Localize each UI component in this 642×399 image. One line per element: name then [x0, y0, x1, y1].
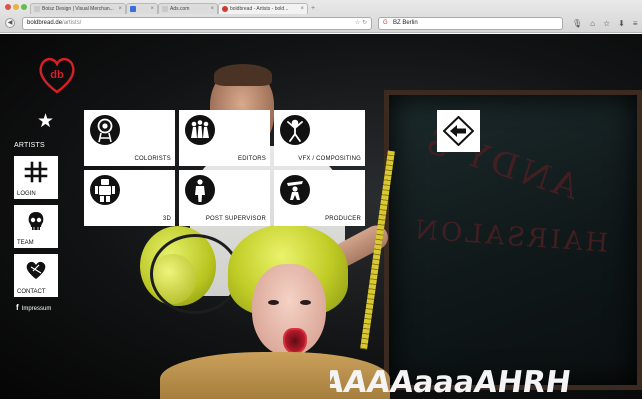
favicon-icon — [222, 6, 228, 12]
reload-icon[interactable]: ↻ — [362, 20, 367, 26]
background-cape — [160, 352, 390, 399]
category-label: EDITORS — [238, 156, 266, 162]
minimize-window-button[interactable] — [13, 4, 19, 10]
category-vfx-compositing[interactable]: VFX / COMPOSITING — [274, 110, 365, 166]
sidebar-item-label: CONTACT — [17, 289, 46, 295]
editors-icon — [185, 115, 215, 145]
robot-icon — [90, 175, 120, 205]
background-mouth — [283, 328, 307, 354]
url-path: /artists/ — [62, 20, 82, 26]
browser-tab-active[interactable]: boldbread - Artists - bold... × — [218, 3, 308, 14]
favicon-icon — [162, 6, 168, 12]
category-label: VFX / COMPOSITING — [298, 156, 361, 162]
back-button[interactable]: ◀ — [5, 18, 15, 28]
browser-tab[interactable]: × — [126, 3, 158, 14]
colorist-icon — [90, 115, 120, 145]
boldbread-logo[interactable]: db — [36, 54, 78, 96]
sidebar-item-team[interactable]: TEAM — [14, 205, 58, 248]
back-arrow-button[interactable] — [437, 110, 480, 152]
heart-icon — [26, 261, 46, 279]
browser-toolbar: ◀ boldbread.de/artists/ ☆ ↻ G BZ Berlin … — [0, 14, 642, 33]
category-post-supervisor[interactable]: POST SUPERVISOR — [179, 170, 270, 226]
category-colorists[interactable]: COLORISTS — [84, 110, 175, 166]
back-arrow-icon — [443, 116, 474, 146]
background-eye — [300, 300, 311, 305]
home-icon[interactable]: ⌂ — [590, 17, 595, 30]
tab-close-icon[interactable]: × — [210, 4, 214, 14]
search-value: BZ Berlin — [393, 20, 418, 26]
tab-close-icon[interactable]: × — [150, 4, 154, 14]
logo-text: db — [50, 69, 64, 81]
browser-tab[interactable]: Ads.com × — [158, 3, 218, 14]
category-label: COLORISTS — [134, 156, 171, 162]
url-tools: ☆ ↻ — [355, 18, 367, 29]
section-label-artists[interactable]: ARTISTS — [14, 142, 45, 149]
toolbar-icons: 🎙 ⌂ ☆ ⬇ ≡ — [572, 17, 638, 30]
download-icon[interactable]: ⬇ — [618, 17, 625, 30]
search-input[interactable]: G BZ Berlin — [378, 17, 563, 30]
bookmark-star-icon[interactable]: ☆ — [355, 20, 360, 26]
sidebar-item-login[interactable]: LOGIN — [14, 156, 58, 199]
microphone-icon[interactable]: 🎙 — [572, 17, 582, 30]
sidebar-item-label: TEAM — [17, 240, 34, 246]
favicon-icon — [130, 6, 136, 12]
background-hairdresser-hair — [214, 64, 272, 86]
tab-close-icon[interactable]: × — [300, 4, 304, 14]
star-icon[interactable]: ★ — [37, 112, 54, 131]
producer-icon — [280, 175, 310, 205]
search-engine-icon: G — [383, 20, 388, 26]
footer-links: f Impressum — [16, 303, 51, 314]
tab-title: Ads.com — [170, 6, 190, 12]
facebook-icon[interactable]: f — [16, 303, 19, 312]
category-3d[interactable]: 3D — [84, 170, 175, 226]
category-label: PRODUCER — [325, 216, 361, 222]
address-bar[interactable]: boldbread.de/artists/ ☆ ↻ — [22, 17, 372, 30]
background-eye — [268, 300, 279, 305]
favicon-icon — [34, 6, 40, 12]
impressum-link[interactable]: Impressum — [22, 306, 52, 312]
category-label: 3D — [162, 216, 171, 222]
bookmarks-icon[interactable]: ☆ — [603, 17, 610, 30]
tab-close-icon[interactable]: × — [118, 4, 122, 14]
new-tab-button[interactable]: + — [311, 4, 315, 13]
skull-icon — [28, 212, 44, 230]
zoom-window-button[interactable] — [21, 4, 27, 10]
vfx-icon — [280, 115, 310, 145]
close-window-button[interactable] — [5, 4, 11, 10]
page-content: ANDY'S HAIRSALON AAAAaaaAHRH db ★ ARTIST… — [0, 34, 642, 399]
background-hand-mirror — [150, 234, 240, 314]
tab-title: Boisz Design | Visual Merchan... — [42, 6, 114, 12]
sidebar-item-label: LOGIN — [17, 191, 36, 197]
category-producer[interactable]: PRODUCER — [274, 170, 365, 226]
category-label: POST SUPERVISOR — [205, 216, 266, 222]
supervisor-icon — [185, 175, 215, 205]
tab-strip: Boisz Design | Visual Merchan... × × Ads… — [0, 0, 642, 14]
hashtag-icon — [24, 161, 48, 183]
browser-tab[interactable]: Boisz Design | Visual Merchan... × — [30, 3, 126, 14]
sidebar-item-contact[interactable]: CONTACT — [14, 254, 58, 297]
browser-chrome: Boisz Design | Visual Merchan... × × Ads… — [0, 0, 642, 33]
url-host: boldbread.de — [27, 20, 63, 26]
menu-icon[interactable]: ≡ — [633, 17, 638, 30]
category-editors[interactable]: EDITORS — [179, 110, 270, 166]
tab-title: boldbread - Artists - bold... — [230, 6, 289, 12]
